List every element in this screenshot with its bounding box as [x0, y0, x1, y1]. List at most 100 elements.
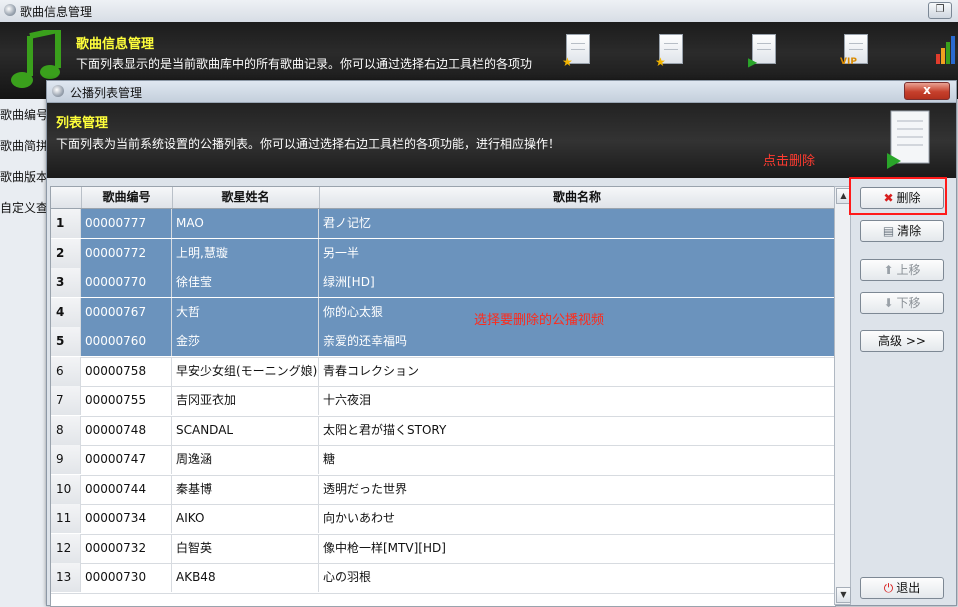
row-index: 9	[51, 445, 81, 474]
artist-cell: 徐佳莹	[172, 268, 319, 297]
doc-vip-icon[interactable]: VIP	[840, 34, 870, 68]
song-code-cell: 00000767	[81, 297, 172, 327]
column-header-song[interactable]: 歌曲名称	[319, 187, 835, 208]
delete-button-label: 删除	[896, 191, 921, 205]
artist-cell: 金莎	[172, 327, 319, 356]
artist-cell: 吉冈亚衣加	[172, 386, 319, 415]
scroll-down-arrow-icon[interactable]: ▼	[836, 587, 851, 603]
advanced-button-label: 高级 >>	[878, 334, 926, 348]
table-row[interactable]: 9 00000747 周逸涵糖	[51, 445, 835, 476]
table-row[interactable]: 6 00000758 早安少女组(モーニング娘) 青春コレクション	[51, 356, 835, 387]
dialog-banner-title: 列表管理	[56, 116, 109, 131]
song-code-cell: 00000744	[81, 474, 172, 504]
song-title-cell: 糖	[323, 452, 336, 466]
song-title-cell: 像中枪一样[MTV][HD]	[323, 540, 446, 555]
column-header-artist[interactable]: 歌星姓名	[172, 187, 320, 208]
song-title-cell: 青春コレクション	[323, 363, 420, 378]
row-index: 8	[51, 415, 81, 445]
outer-titlebar: 歌曲信息管理 ❐	[0, 0, 958, 23]
dialog-banner-desc: 下面列表为当前系统设置的公播列表。你可以通过选择右边工具栏的各项功能，进行相应操…	[56, 137, 561, 151]
delete-x-icon: ✖	[883, 191, 894, 205]
table-row[interactable]: 2 00000772 上明,慧璇 另一半	[51, 238, 835, 269]
artist-cell: 白智英	[172, 533, 319, 563]
clear-button[interactable]: ▤ 清除	[860, 220, 944, 242]
broadcast-table[interactable]: 歌曲编号 歌星姓名 歌曲名称 1 00000777 MAO 君ノ记忆 2 00000772…	[50, 186, 836, 607]
row-index: 7	[51, 386, 81, 415]
artist-cell: 早安少女组(モーニング娘)	[172, 356, 319, 386]
row-index: 3	[51, 268, 81, 297]
song-title-cell: 透明だった世界	[323, 481, 408, 496]
table-row[interactable]: 11 00000734 AIKO 向かいあわせ	[51, 504, 835, 535]
outer-field-label: 歌曲编号	[0, 108, 46, 122]
dialog-disc-icon	[52, 85, 64, 97]
bar-chart-icon[interactable]	[934, 34, 958, 68]
annotation-click-delete: 点击删除	[763, 154, 816, 169]
artist-cell: 秦基博	[172, 474, 319, 504]
up-arrow-icon: ⬆	[883, 263, 894, 277]
move-down-button[interactable]: ⬇ 下移	[860, 292, 944, 314]
song-code-cell: 00000760	[81, 327, 172, 356]
table-row[interactable]: 13 00000730 AKB48 心の羽根	[51, 563, 835, 594]
song-code-cell: 00000777	[81, 209, 172, 238]
song-code-cell: 00000772	[81, 238, 172, 268]
column-header-code[interactable]: 歌曲编号	[81, 187, 173, 208]
song-title-cell: 另一半	[319, 238, 835, 268]
outer-field-label: 歌曲简拼	[0, 139, 46, 153]
dialog-titlebar: 公播列表管理 x	[47, 81, 956, 103]
outer-field-label: 歌曲版本	[0, 170, 46, 184]
doc-star-icon[interactable]: ★	[655, 34, 685, 68]
table-row[interactable]: 5 00000760 金莎 亲爱的还幸福吗	[51, 327, 835, 358]
outer-banner-title: 歌曲信息管理	[76, 37, 155, 52]
song-code-cell: 00000770	[81, 268, 172, 297]
table-row[interactable]: 7 00000755 吉冈亚衣加 十六夜泪	[51, 386, 835, 417]
artist-cell: MAO	[172, 209, 319, 238]
outer-search-fields: 歌曲编号 歌曲简拼 歌曲版本 自定义查	[0, 100, 46, 224]
vertical-scrollbar[interactable]: ▲ ▼	[834, 186, 851, 605]
move-up-button[interactable]: ⬆ 上移	[860, 259, 944, 281]
song-code-cell: 00000755	[81, 386, 172, 415]
table-row[interactable]: 10 00000744 秦基博 透明だった世界	[51, 474, 835, 505]
song-code-cell: 00000758	[81, 356, 172, 386]
annotation-select-videos: 选择要删除的公播视频	[474, 313, 605, 328]
artist-cell: 周逸涵	[172, 445, 319, 474]
app-disc-icon	[4, 4, 16, 16]
row-index: 12	[51, 533, 81, 563]
exit-button[interactable]: ⏻ 退出	[860, 577, 944, 599]
table-header: 歌曲编号 歌星姓名 歌曲名称	[51, 187, 835, 209]
move-down-label: 下移	[896, 296, 921, 310]
song-title-cell: 向かいあわせ	[323, 511, 396, 525]
clear-doc-icon: ▤	[882, 224, 895, 238]
row-index: 4	[51, 297, 81, 327]
column-header-index	[51, 187, 82, 208]
song-code-cell: 00000748	[81, 415, 172, 445]
table-row[interactable]: 8 00000748 SCANDAL 太阳と君が描くSTORY	[51, 415, 835, 446]
song-code-cell: 00000732	[81, 533, 172, 563]
doc-play-icon[interactable]: ▶	[748, 34, 778, 68]
table-row[interactable]: 1 00000777 MAO 君ノ记忆	[51, 209, 835, 240]
song-title-cell: 太阳と君が描くSTORY	[323, 422, 447, 437]
advanced-button[interactable]: 高级 >>	[860, 330, 944, 352]
row-index: 6	[51, 356, 81, 386]
outer-field-label: 自定义查	[0, 201, 46, 215]
artist-cell: AKB48	[172, 563, 319, 592]
artist-cell: 上明,慧璇	[172, 238, 319, 268]
restore-icon[interactable]: ❐	[928, 2, 952, 19]
doc-star-icon[interactable]: ★	[562, 34, 592, 68]
delete-button[interactable]: ✖ 删除	[860, 187, 944, 209]
table-row[interactable]: 3 00000770 徐佳莹 绿洲[HD]	[51, 268, 835, 299]
row-index: 2	[51, 238, 81, 268]
dialog-title: 公播列表管理	[70, 86, 143, 100]
song-title-cell: 心の羽根	[323, 570, 372, 584]
table-row[interactable]: 4 00000767 大哲 你的心太狠	[51, 297, 835, 328]
document-play-icon	[887, 110, 930, 169]
broadcast-list-dialog: 公播列表管理 x 列表管理 下面列表为当前系统设置的公播列表。你可以通过选择右边…	[46, 80, 957, 607]
exit-button-label: 退出	[896, 581, 921, 595]
outer-banner-desc: 下面列表显示的是当前歌曲库中的所有歌曲记录。你可以通过选择右边工具栏的各项功	[76, 57, 533, 71]
close-button[interactable]: x	[904, 82, 950, 100]
move-up-label: 上移	[896, 263, 921, 277]
clear-button-label: 清除	[897, 224, 922, 238]
row-index: 5	[51, 327, 81, 356]
row-index: 10	[51, 474, 81, 504]
row-index: 13	[51, 563, 81, 592]
table-row[interactable]: 12 00000732 白智英 像中枪一样[MTV][HD]	[51, 533, 835, 564]
